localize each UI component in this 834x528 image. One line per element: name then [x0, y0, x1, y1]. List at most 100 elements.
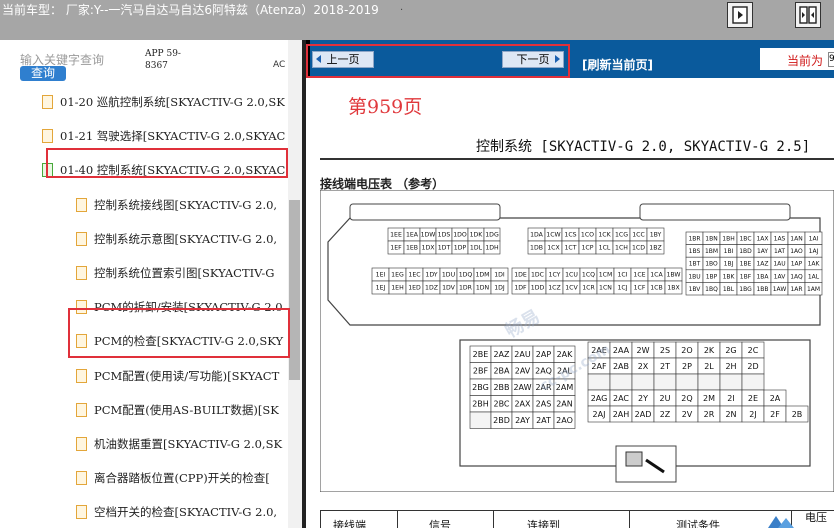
- upper-block-d-pin-label: 1CF: [634, 285, 646, 292]
- upper-block-e-pin-label: 1BV: [689, 286, 702, 293]
- tree-item[interactable]: 01-20 巡航控制系统[SKYACTIV-G 2.0,SK: [42, 92, 288, 112]
- table-header-signal: 信号: [429, 519, 451, 528]
- upper-block-e-pin-label: 1BA: [756, 273, 769, 280]
- tree-item[interactable]: 控制系统位置索引图[SKYACTIV-G: [76, 263, 288, 283]
- lower-block-left-pin-label: 2AT: [536, 416, 551, 425]
- upper-block-a-pin-label: 1DG: [485, 232, 499, 239]
- double-page-view-button[interactable]: [795, 2, 821, 28]
- refresh-page-link[interactable]: [刷新当前页]: [582, 56, 653, 73]
- upper-block-e-pin-label: 1AP: [791, 261, 803, 268]
- lower-block-right-pin-label: 2X: [638, 362, 649, 371]
- lower-block-right-pin-label: 2C: [748, 346, 759, 355]
- tree-item[interactable]: PCM配置(使用读/写功能)[SKYACT: [76, 366, 288, 386]
- upper-block-e-pin-label: 1BK: [723, 273, 736, 280]
- lower-block-right-pin-label: 2R: [704, 410, 715, 419]
- tree-item[interactable]: 控制系统示意图[SKYACTIV-G 2.0,: [76, 229, 288, 249]
- tree-highlight-box: [46, 148, 288, 178]
- upper-block-e-pin-label: 1BJ: [724, 261, 734, 268]
- upper-block-d-pin-label: 1DF: [514, 285, 527, 292]
- connector-diagram: 1EE 1EA 1DW 1DS 1DO 1DK 1DG1EF 1EB 1DX 1DT 1DP 1DL 1…: [320, 190, 834, 492]
- tree-item-label: 离合器踏板位置(CPP)开关的检查[: [94, 471, 270, 486]
- upper-block-a-pin-label: 1DW: [421, 232, 436, 239]
- lower-block-left-pin-label: 2AN: [556, 400, 573, 409]
- lower-block-left-pin-label: 2AV: [515, 367, 531, 376]
- document-icon: [42, 95, 53, 109]
- lower-block-right-pin-label: 2AD: [635, 410, 652, 419]
- upper-block-e-pin-label: 1BL: [723, 286, 735, 293]
- upper-block-e-pin-label: 1AN: [790, 235, 802, 242]
- tree-item[interactable]: 控制系统接线图[SKYACTIV-G 2.0,: [76, 195, 288, 215]
- upper-block-a-pin-label: 1DS: [438, 232, 451, 239]
- lower-block-right-pin-label: 2M: [703, 394, 715, 403]
- table-header-voltage: 电压: [805, 511, 827, 524]
- tree-item[interactable]: 空档开关的检查[SKYACTIV-G 2.0,: [76, 502, 288, 522]
- lower-block-right-pin-label: 2E: [748, 394, 758, 403]
- lower-block-right-pin-label: 2Z: [660, 410, 671, 419]
- upper-block-c-pin-label: 1DR: [459, 285, 473, 292]
- upper-block-c-pin-label: 1EJ: [376, 285, 386, 292]
- document-icon: [76, 197, 87, 212]
- upper-block-d-pin-label: 1CM: [599, 272, 613, 279]
- upper-block-d-pin-label: 1CE: [633, 272, 645, 279]
- lower-block-right-pin-label: 2S: [660, 346, 670, 355]
- upper-block-b-pin-label: 1CP: [582, 245, 594, 252]
- catalog-scroll-thumb[interactable]: [289, 200, 300, 380]
- upper-block-e-pin-label: 1BU: [688, 273, 700, 280]
- lower-block-left-pin-label: 2AK: [557, 350, 574, 359]
- upper-block-e-pin-label: 1AW: [773, 286, 787, 293]
- lower-block-left-pin-label: 2AW: [513, 383, 531, 392]
- lower-block-right-pin-label: 2AB: [613, 362, 629, 371]
- lower-block-right-pin-label: 2AC: [613, 394, 629, 403]
- voltage-table-header: 接线端 信号 连接到 测试条件 电压: [320, 510, 834, 528]
- upper-block-e-pin-label: 1BR: [688, 235, 700, 242]
- upper-block-c-pin-label: 1DZ: [425, 285, 438, 292]
- current-page-label: 当前为: [787, 54, 824, 68]
- lower-block-right-pin-label: 2J: [749, 410, 756, 419]
- upper-block-a-pin-label: 1EA: [406, 232, 419, 239]
- upper-block-c-pin-label: 1DQ: [459, 272, 473, 279]
- single-page-icon: [732, 6, 748, 24]
- catalog-panel: 查询 APP 59-8367 AC 01-20 巡航控制系统[SKYACTIV-…: [0, 40, 288, 528]
- upper-block-d-pin-label: 1BX: [667, 285, 680, 292]
- tree-item-label: 控制系统位置索引图[SKYACTIV-G: [94, 266, 275, 280]
- upper-block-e-pin-label: 1BT: [689, 261, 701, 268]
- document-icon: [42, 129, 53, 144]
- upper-block-e-pin-label: 1AR: [790, 286, 802, 293]
- tree-item[interactable]: 01-21 驾驶选择[SKYACTIV-G 2.0,SKYAC: [42, 126, 288, 146]
- tree-item[interactable]: 机油数据重置[SKYACTIV-G 2.0,SK: [76, 434, 288, 454]
- upper-block-e-pin-label: 1AS: [774, 235, 786, 242]
- current-page-box[interactable]: 9: [828, 52, 834, 67]
- upper-block-e-pin-label: 1AV: [774, 273, 787, 280]
- upper-block-e-pin-label: 1AZ: [756, 261, 768, 268]
- upper-block-d-pin-label: 1BW: [666, 272, 680, 279]
- upper-block-c-pin-label: 1EH: [391, 285, 404, 292]
- lower-block-right-pin-label: 2A: [770, 394, 781, 403]
- table-header-terminal: 接线端: [333, 519, 366, 528]
- upper-block-a-pin-label: 1DK: [470, 232, 484, 239]
- upper-block-e-pin-label: 1AQ: [790, 273, 803, 280]
- upper-block-d-pin-label: 1CU: [565, 272, 578, 279]
- tree-item-label: 机油数据重置[SKYACTIV-G 2.0,SK: [94, 437, 283, 451]
- single-page-view-button[interactable]: [727, 2, 753, 28]
- upper-block-c-pin-label: 1EG: [391, 272, 404, 279]
- lower-block-right-pin-label: 2N: [725, 410, 736, 419]
- upper-block-a-pin-label: 1DP: [454, 245, 467, 252]
- upper-block-b-pin-label: 1CK: [598, 232, 611, 239]
- lower-block-right-pin-label: 2Y: [638, 394, 648, 403]
- tree-item[interactable]: PCM配置(使用AS-BUILT数据)[SK: [76, 400, 288, 420]
- upper-block-a-pin-label: 1DH: [485, 245, 499, 252]
- lower-block-right-pin-label: 2AA: [613, 346, 630, 355]
- lower-block-right-pin-label: 2Q: [681, 394, 692, 403]
- query-button[interactable]: 查询: [20, 66, 66, 81]
- table-divider: [493, 511, 494, 528]
- upper-block-b-pin-label: 1BY: [650, 232, 662, 239]
- bottom-logo-icon: [768, 516, 794, 528]
- upper-block-e-pin-label: 1BE: [740, 261, 752, 268]
- upper-block-d-pin-label: 1CV: [565, 285, 578, 292]
- lower-block-right-pin-label: 2T: [660, 362, 670, 371]
- lower-block-right-pin-label: 2P: [682, 362, 692, 371]
- lower-block-right-pin: [653, 373, 677, 391]
- tree-item[interactable]: 离合器踏板位置(CPP)开关的检查[: [76, 468, 288, 488]
- upper-block-b-pin-label: 1CC: [632, 232, 645, 239]
- lower-block-right-pin-label: 2K: [704, 346, 715, 355]
